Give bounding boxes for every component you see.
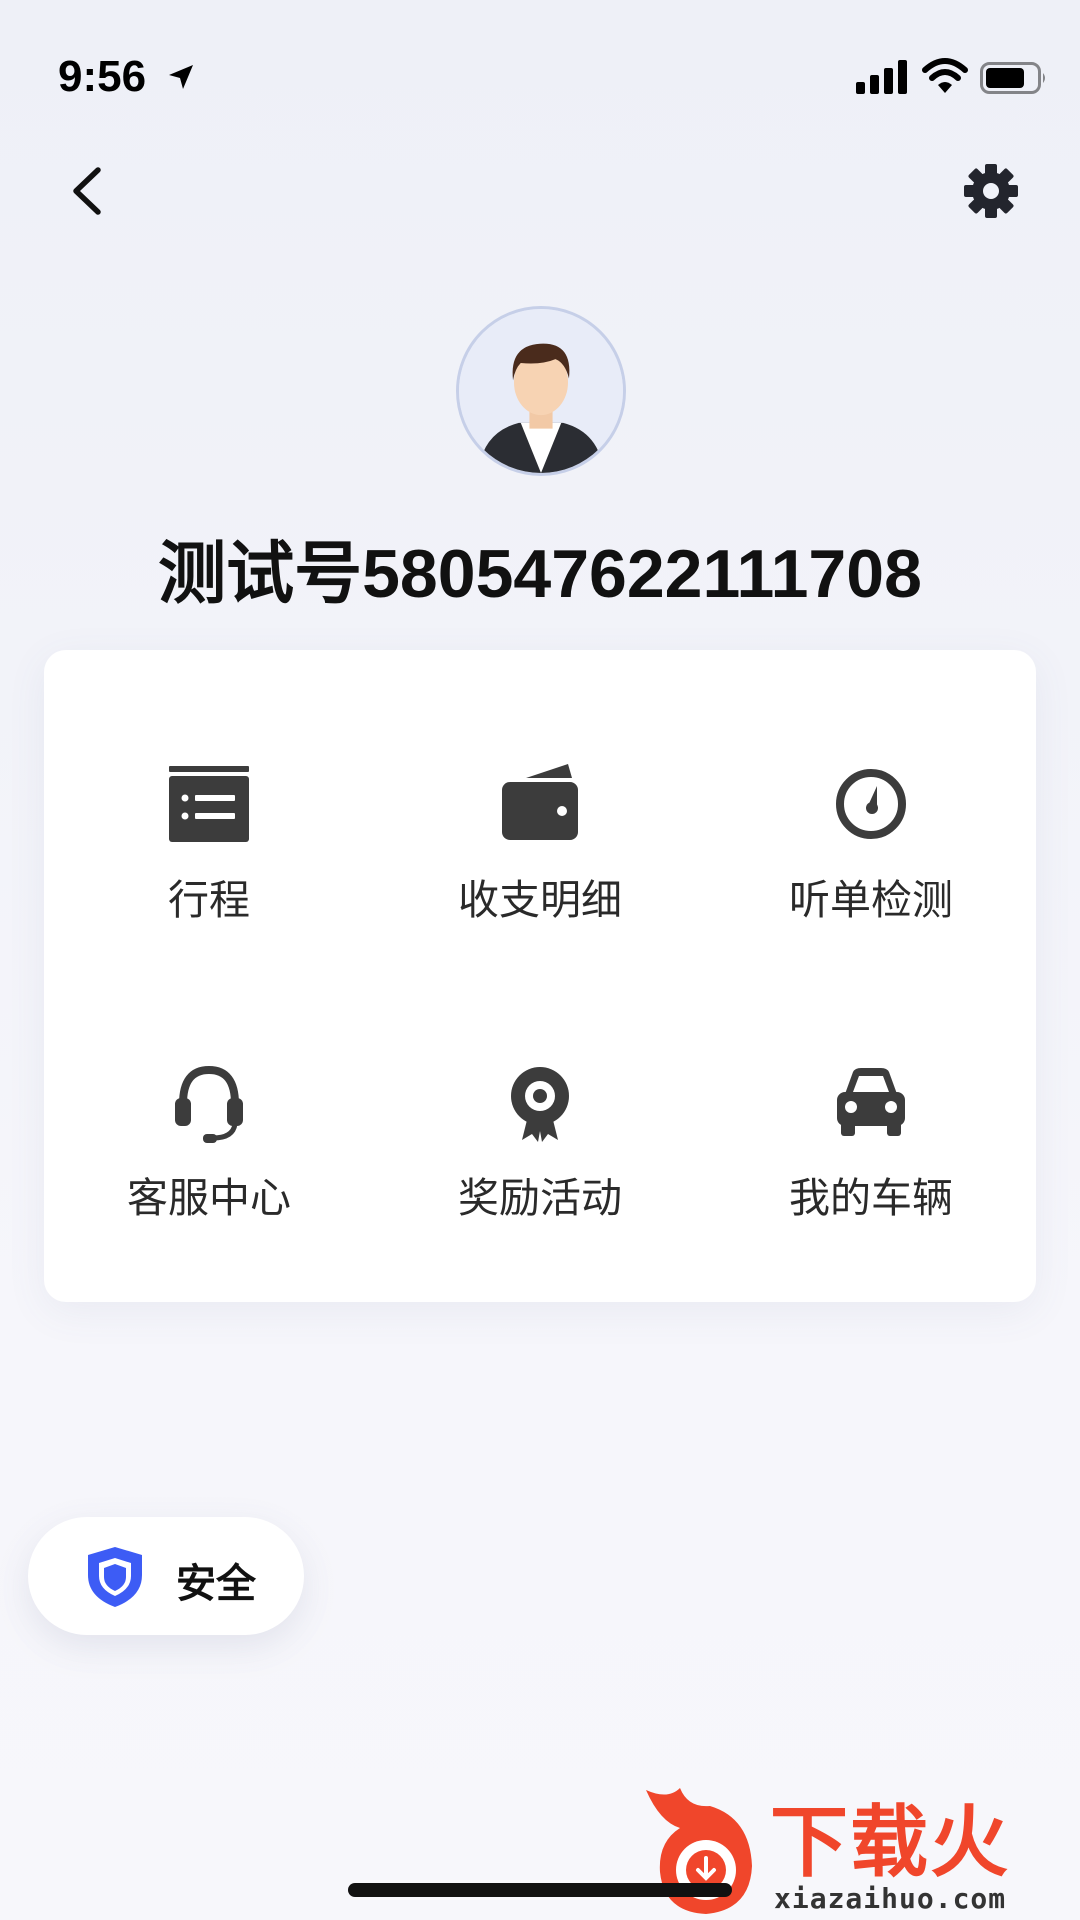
home-indicator[interactable] [348, 1883, 732, 1897]
safety-label: 安全 [176, 1561, 256, 1607]
wifi-icon [922, 58, 968, 93]
menu-card: 行程 收支明细 听单检测 客服中心 奖励活动 我的车辆 [44, 650, 1036, 1302]
safety-button[interactable]: 安全 [28, 1517, 304, 1635]
car-icon [823, 1054, 919, 1150]
menu-item-label: 收支明细 [458, 876, 622, 924]
menu-item-label: 奖励活动 [458, 1174, 622, 1222]
wallet-icon [492, 756, 588, 852]
watermark-logo [646, 1788, 752, 1914]
award-badge-icon [492, 1054, 588, 1150]
status-time: 9:56 [58, 52, 147, 101]
menu-item-label: 行程 [168, 876, 250, 924]
watermark-text: 下载火 [770, 1798, 1011, 1888]
user-name: 测试号580547622111708 [158, 536, 922, 612]
menu-item-rewards[interactable]: 奖励活动 [375, 1054, 705, 1294]
menu-item-itinerary[interactable]: 行程 [44, 756, 374, 996]
headset-icon [161, 1054, 257, 1150]
shield-icon [88, 1547, 142, 1607]
menu-item-label: 听单检测 [789, 876, 953, 924]
gear-icon[interactable] [962, 162, 1020, 220]
itinerary-list-icon [161, 756, 257, 852]
cellular-signal-icon [856, 60, 907, 94]
back-button[interactable] [62, 160, 112, 222]
menu-item-transactions[interactable]: 收支明细 [375, 756, 705, 996]
battery-icon [980, 62, 1045, 94]
location-arrow-icon [169, 65, 193, 89]
menu-item-my-vehicle[interactable]: 我的车辆 [706, 1054, 1036, 1294]
menu-item-label: 客服中心 [127, 1174, 291, 1222]
watermark-url: xiazaihuo.com [774, 1882, 1007, 1915]
menu-item-order-check[interactable]: 听单检测 [706, 756, 1036, 996]
avatar[interactable] [456, 306, 626, 476]
menu-item-customer-service[interactable]: 客服中心 [44, 1054, 374, 1294]
watermark: 下载火 xiazaihuo.com [640, 1778, 1080, 1920]
gauge-icon [823, 756, 919, 852]
user-avatar-icon [459, 309, 623, 473]
status-bar: 9:56 [0, 0, 1080, 150]
menu-item-label: 我的车辆 [789, 1174, 953, 1222]
